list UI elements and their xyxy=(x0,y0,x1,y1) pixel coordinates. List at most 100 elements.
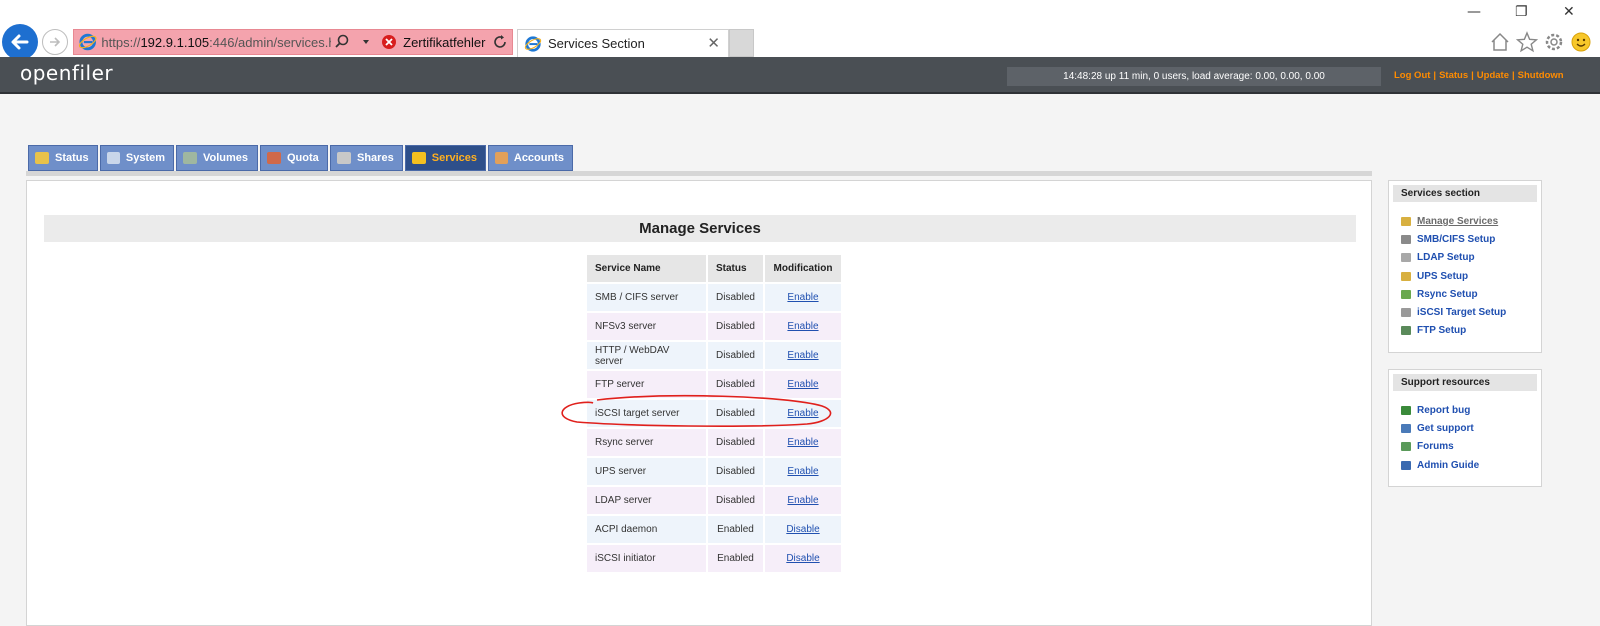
service-status-cell: Enabled xyxy=(708,516,763,543)
sidebar-link-manage-services[interactable]: Manage Services xyxy=(1417,216,1498,227)
arrow-left-icon xyxy=(11,34,29,50)
service-name-cell: HTTP / WebDAV server xyxy=(587,342,706,369)
sidebar-item[interactable]: Get support xyxy=(1401,419,1541,437)
sidebar-link-smb-cifs-setup[interactable]: SMB/CIFS Setup xyxy=(1417,234,1495,245)
ldap-setup-icon xyxy=(1401,253,1411,263)
home-icon[interactable] xyxy=(1489,31,1511,53)
modification-cell: Enable xyxy=(765,458,841,485)
forward-button[interactable] xyxy=(42,29,68,55)
service-status-cell: Disabled xyxy=(708,458,763,485)
sidebar-item[interactable]: SMB/CIFS Setup xyxy=(1401,230,1541,248)
sidebar-item[interactable]: iSCSI Target Setup xyxy=(1401,303,1541,321)
enable-link[interactable]: Enable xyxy=(787,321,818,332)
enable-link[interactable]: Enable xyxy=(787,350,818,361)
accounts-icon xyxy=(495,152,508,164)
close-window-icon[interactable]: ✕ xyxy=(1563,4,1575,20)
sidebar-item[interactable]: Forums xyxy=(1401,438,1541,456)
table-row: NFSv3 server Disabled Enable xyxy=(587,313,841,340)
enable-link[interactable]: Enable xyxy=(787,437,818,448)
status-icon xyxy=(35,152,49,164)
sidebar-item[interactable]: LDAP Setup xyxy=(1401,249,1541,267)
enable-link[interactable]: Enable xyxy=(787,495,818,506)
restore-icon[interactable]: ❐ xyxy=(1515,4,1528,20)
sidebar-item[interactable]: Rsync Setup xyxy=(1401,285,1541,303)
url-text[interactable]: https://192.9.1.105:446/admin/services.h… xyxy=(101,35,330,50)
service-name-cell: SMB / CIFS server xyxy=(587,284,706,311)
sidebar-link-ldap-setup[interactable]: LDAP Setup xyxy=(1417,252,1475,263)
ups-setup-icon xyxy=(1401,271,1411,281)
tab-services[interactable]: Services xyxy=(405,145,486,171)
table-row: UPS server Disabled Enable xyxy=(587,458,841,485)
tab-label: Accounts xyxy=(513,152,564,164)
table-row: iSCSI initiator Enabled Disable xyxy=(587,545,841,572)
sidebar-link-rsync-setup[interactable]: Rsync Setup xyxy=(1417,289,1478,300)
favorites-star-icon[interactable] xyxy=(1516,31,1538,53)
openfiler-header: openfiler 14:48:28 up 11 min, 0 users, l… xyxy=(0,57,1600,94)
search-icon[interactable] xyxy=(334,33,351,51)
ie-logo-icon xyxy=(78,33,97,51)
modification-cell: Enable xyxy=(765,313,841,340)
arrow-right-icon xyxy=(50,37,61,47)
sidebar-link-get-support[interactable]: Get support xyxy=(1417,423,1474,434)
sidebar-link-forums[interactable]: Forums xyxy=(1417,441,1454,452)
modification-cell: Disable xyxy=(765,545,841,572)
modification-cell: Enable xyxy=(765,342,841,369)
ftp-setup-icon xyxy=(1401,326,1411,336)
service-status-cell: Disabled xyxy=(708,342,763,369)
enable-link[interactable]: Enable xyxy=(787,379,818,390)
table-row: HTTP / WebDAV server Disabled Enable xyxy=(587,342,841,369)
sidebar-link-admin-guide[interactable]: Admin Guide xyxy=(1417,460,1479,471)
sidebar-link-ftp-setup[interactable]: FTP Setup xyxy=(1417,325,1466,336)
openfiler-logo[interactable]: openfiler xyxy=(20,61,113,85)
forums-icon xyxy=(1401,442,1411,452)
tab-services-section[interactable]: Services Section ✕ xyxy=(517,29,729,57)
tab-system[interactable]: System xyxy=(100,145,174,171)
close-tab-icon[interactable]: ✕ xyxy=(707,34,720,52)
service-status-cell: Disabled xyxy=(708,487,763,514)
sidebar-item[interactable]: Admin Guide xyxy=(1401,456,1541,474)
logout-link[interactable]: Log Out xyxy=(1394,70,1430,81)
gear-icon[interactable] xyxy=(1543,31,1565,53)
enable-link[interactable]: Enable xyxy=(787,292,818,303)
tab-volumes[interactable]: Volumes xyxy=(176,145,258,171)
tab-status[interactable]: Status xyxy=(28,145,98,171)
enable-link[interactable]: Enable xyxy=(787,466,818,477)
sidebar-link-iscsi-target-setup[interactable]: iSCSI Target Setup xyxy=(1417,307,1506,318)
service-name-cell: UPS server xyxy=(587,458,706,485)
update-link[interactable]: Update xyxy=(1477,70,1509,81)
back-button[interactable] xyxy=(2,24,38,60)
modification-cell: Enable xyxy=(765,284,841,311)
sidebar-link-report-bug[interactable]: Report bug xyxy=(1417,405,1470,416)
support-resources-panel: Support resources Report bug Get support F… xyxy=(1388,369,1542,487)
status-link[interactable]: Status xyxy=(1439,70,1468,81)
shutdown-link[interactable]: Shutdown xyxy=(1518,70,1564,81)
sidebar-item[interactable]: UPS Setup xyxy=(1401,267,1541,285)
address-bar[interactable]: https://192.9.1.105:446/admin/services.h… xyxy=(73,29,513,55)
services-section-title: Services section xyxy=(1393,185,1537,202)
sidebar-link-ups-setup[interactable]: UPS Setup xyxy=(1417,271,1468,282)
disable-link[interactable]: Disable xyxy=(786,524,819,535)
service-status-cell: Disabled xyxy=(708,313,763,340)
service-status-cell: Disabled xyxy=(708,429,763,456)
new-tab-button[interactable] xyxy=(729,29,754,57)
tab-accounts[interactable]: Accounts xyxy=(488,145,573,171)
support-resources-list: Report bug Get support Forums Admin Guide xyxy=(1389,395,1541,478)
disable-link[interactable]: Disable xyxy=(786,553,819,564)
refresh-icon[interactable] xyxy=(492,33,509,51)
sidebar-item[interactable]: Manage Services xyxy=(1401,212,1541,230)
minimize-icon[interactable]: — xyxy=(1467,4,1481,20)
report-bug-icon xyxy=(1401,405,1411,415)
tab-underline xyxy=(26,171,1372,176)
url-host: 192.9.1.105 xyxy=(140,34,210,50)
sidebar-item[interactable]: Report bug xyxy=(1401,401,1541,419)
tab-shares[interactable]: Shares xyxy=(330,145,403,171)
smiley-feedback-icon[interactable] xyxy=(1570,31,1592,53)
admin-guide-icon xyxy=(1401,460,1411,470)
certificate-error-icon[interactable] xyxy=(381,33,398,51)
certificate-error-label[interactable]: Zertifikatfehler xyxy=(403,35,485,50)
tab-quota[interactable]: Quota xyxy=(260,145,328,171)
sidebar-item[interactable]: FTP Setup xyxy=(1401,322,1541,340)
modification-cell: Disable xyxy=(765,516,841,543)
quota-icon xyxy=(267,152,281,164)
chevron-down-icon[interactable] xyxy=(357,33,374,51)
